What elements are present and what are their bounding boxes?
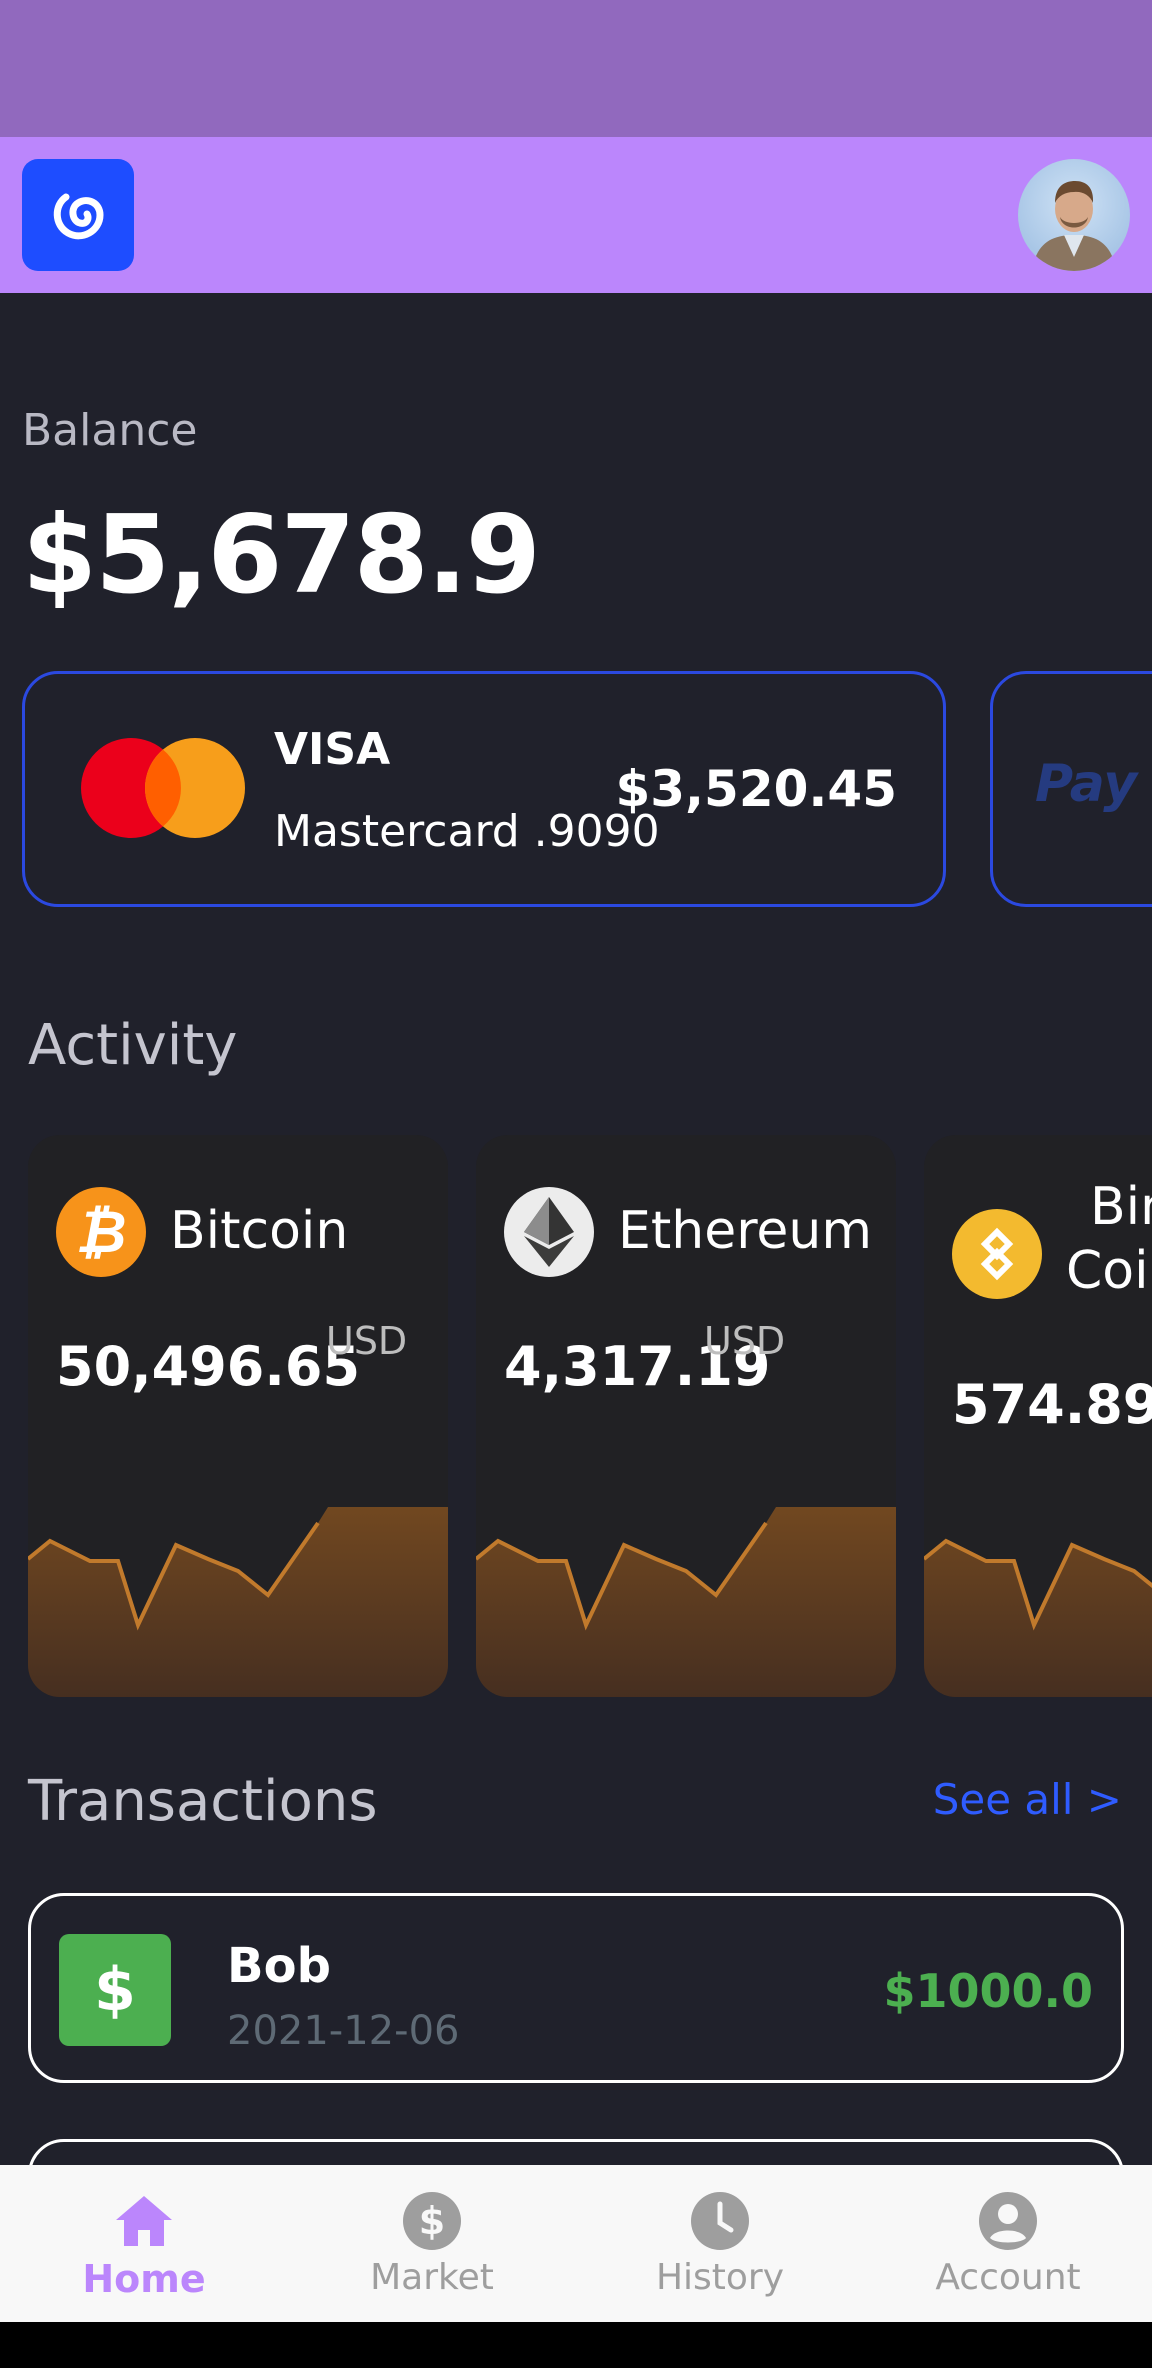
balance-label: Balance: [22, 405, 198, 456]
nav-item-home[interactable]: Home: [0, 2165, 288, 2322]
mastercard-logo-icon: [81, 738, 245, 838]
app-logo-button[interactable]: [22, 159, 134, 271]
sparkline-chart: [476, 1507, 896, 1697]
see-all-link[interactable]: See all >: [933, 1775, 1122, 1824]
transaction-name: Bob: [227, 1938, 331, 1994]
activity-title: Activity: [28, 1013, 238, 1078]
sparkline-chart: [924, 1538, 1152, 1697]
crypto-price: 50,496.65: [56, 1335, 361, 1398]
crypto-name-line1: Bina: [1090, 1177, 1152, 1237]
svg-text:$: $: [419, 2199, 445, 2243]
ethereum-icon: [504, 1187, 594, 1277]
payment-card-paypal[interactable]: Pay: [990, 671, 1152, 907]
dollar-icon: $: [59, 1934, 171, 2046]
nav-item-account[interactable]: Account: [864, 2165, 1152, 2322]
crypto-unit: USD: [704, 1319, 786, 1363]
nav-item-history[interactable]: History: [576, 2165, 864, 2322]
transaction-item[interactable]: [28, 2139, 1124, 2165]
crypto-name: Bina Coin: [1066, 1175, 1152, 1303]
bitcoin-icon: ₿: [56, 1187, 146, 1277]
nav-label: Market: [370, 2257, 494, 2298]
transaction-item[interactable]: $ Bob 2021-12-06 $1000.0: [28, 1893, 1124, 2083]
nav-label: Account: [935, 2257, 1081, 2298]
home-icon: [114, 2191, 174, 2251]
binance-icon: [952, 1209, 1042, 1299]
clock-icon: [690, 2191, 750, 2251]
nav-label: Home: [82, 2257, 206, 2301]
transaction-date: 2021-12-06: [227, 2008, 460, 2054]
card-subtitle: Mastercard .9090: [274, 806, 660, 857]
sparkline-chart: [28, 1507, 448, 1697]
crypto-carousel[interactable]: ₿ Bitcoin 50,496.65 USD Ethereum 4,317.1…: [28, 1135, 1152, 1697]
app-bar: [0, 137, 1152, 293]
swirl-logo-icon: [53, 193, 104, 240]
home-content[interactable]: Balance $5,678.9 VISA Mastercard .9090 $…: [0, 293, 1152, 2165]
payment-card-mastercard[interactable]: VISA Mastercard .9090 $3,520.45: [22, 671, 946, 907]
paypal-logo-text: Pay: [1035, 754, 1138, 814]
nav-item-market[interactable]: $ Market: [288, 2165, 576, 2322]
crypto-unit: USD: [326, 1319, 408, 1363]
status-bar: [0, 0, 1152, 137]
crypto-name: Bitcoin: [170, 1201, 349, 1261]
bottom-navigation: Home $ Market History Account: [0, 2165, 1152, 2322]
card-amount: $3,520.45: [615, 760, 897, 818]
transactions-title: Transactions: [28, 1769, 378, 1834]
transaction-amount: $1000.0: [883, 1964, 1093, 2018]
system-navigation-bar: [0, 2322, 1152, 2368]
binance-diamond: [980, 1227, 1014, 1281]
nav-label: History: [655, 2257, 785, 2298]
balance-value: $5,678.9: [22, 493, 541, 618]
crypto-card-ethereum[interactable]: Ethereum 4,317.19 USD: [476, 1135, 896, 1697]
ethereum-diamond: [524, 1197, 574, 1267]
crypto-price: 574.89: [952, 1373, 1152, 1436]
crypto-card-binance[interactable]: Bina Coin 574.89 U: [924, 1135, 1152, 1697]
payment-card-carousel[interactable]: VISA Mastercard .9090 $3,520.45 Pay: [22, 671, 1152, 907]
crypto-name-line2: Coin: [1066, 1241, 1152, 1301]
crypto-name: Ethereum: [618, 1201, 873, 1261]
user-avatar[interactable]: [1018, 159, 1130, 271]
crypto-card-bitcoin[interactable]: ₿ Bitcoin 50,496.65 USD: [28, 1135, 448, 1697]
account-icon: [978, 2191, 1038, 2251]
card-title: VISA: [274, 724, 391, 775]
user-photo: [1032, 181, 1116, 271]
dollar-circle-icon: $: [402, 2191, 462, 2251]
